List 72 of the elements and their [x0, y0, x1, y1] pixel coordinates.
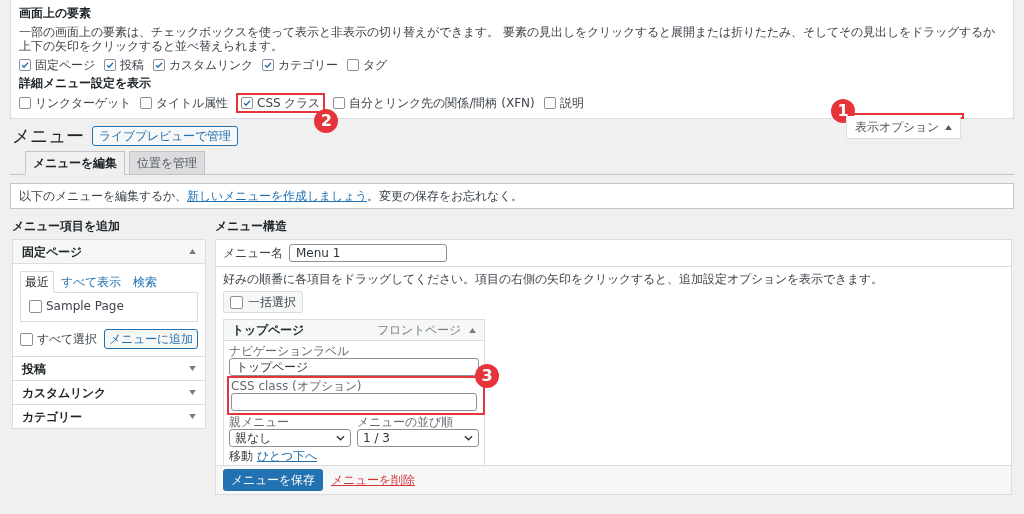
chevron-down-icon [336, 435, 345, 441]
tab[interactable]: 検索 [128, 271, 162, 293]
description-text: 一部の画面上の要素は、チェックボックスを使って表示と非表示の切り替えができます。 要素の見出しをクリックすると展開または折りたたみ、そしてその見出しをドラッグするか上下の矢印をクリックすると並べ替えられます。 [19, 25, 996, 53]
save-menu-button[interactable]: メニューを保存 [223, 469, 323, 491]
checkbox[interactable] [29, 299, 42, 313]
section-title: カテゴリー [22, 409, 82, 424]
page-title: メニュー [12, 125, 84, 147]
checkbox-label: 投稿 [120, 58, 144, 72]
bulk-select-button[interactable]: 一括選択 [223, 291, 303, 313]
checkbox-label: カスタムリンク [169, 58, 253, 72]
field-label: メニュー名 [223, 246, 283, 260]
delete-menu-link[interactable]: メニューを削除 [331, 473, 415, 487]
move-label: 移動 [229, 449, 253, 463]
chevron-down-icon [464, 435, 473, 441]
tab[interactable]: 位置を管理 [129, 151, 205, 175]
field-label: ナビゲーションラベル [229, 344, 350, 358]
checkbox[interactable] [140, 97, 152, 109]
menu-item-header[interactable]: トップページ フロントページ [224, 320, 484, 341]
parent-menu-select[interactable]: 親なし [229, 429, 351, 447]
accordion-header[interactable]: 固定ページ [13, 240, 205, 264]
checkbox[interactable] [19, 59, 31, 71]
create-menu-link[interactable]: 新しいメニューを作成しましょう [187, 189, 367, 203]
screen-options-button[interactable]: 表示オプション [846, 116, 961, 139]
column-heading: メニュー項目を追加 [12, 219, 121, 233]
checkbox-label: カテゴリー [278, 58, 338, 72]
navigation-label-field[interactable]: トップページ [229, 358, 479, 376]
section-title: 投稿 [22, 361, 46, 376]
add-to-menu-button[interactable]: メニューに追加 [104, 329, 198, 349]
section-title: カスタムリンク [22, 385, 106, 400]
checkbox[interactable] [333, 97, 346, 109]
section-heading: 詳細メニュー設定を表示 [19, 76, 152, 90]
tab[interactable]: メニューを編集 [25, 151, 125, 175]
accordion-header[interactable]: カスタムリンク [13, 381, 205, 404]
checkbox[interactable] [104, 59, 116, 71]
checkbox-label: CSS クラス [257, 96, 321, 110]
css-class-field[interactable] [231, 393, 477, 411]
checkbox-label: リンクターゲット [35, 96, 131, 110]
move-down-link[interactable]: ひとつ下へ [257, 449, 317, 463]
item-type-label: フロントページ [377, 323, 461, 337]
checkbox-label: 固定ページ [35, 58, 95, 72]
checkbox-label: 自分とリンク先の関係/間柄 (XFN) [349, 96, 535, 110]
checkbox[interactable] [347, 59, 359, 71]
menu-item-title: トップページ [232, 323, 304, 337]
step-badge: 2 [314, 109, 339, 133]
tab[interactable]: 最近 [20, 271, 54, 293]
checkbox-label: タグ [363, 58, 387, 72]
field-label: CSS class (オプション) [231, 379, 363, 393]
accordion-header[interactable]: 投稿 [13, 357, 205, 380]
checkbox[interactable] [20, 332, 33, 346]
notice-text: 以下のメニューを編集するか、新しいメニューを作成しましょう。変更の保存をお忘れなく。 [19, 189, 523, 203]
instructions-text: 好みの順番に各項目をドラッグしてください。項目の右側の矢印をクリックすると、追加設定オプションを表示できます。 [223, 272, 884, 286]
checkbox-label: Sample Page [46, 299, 124, 313]
checkbox[interactable] [19, 97, 31, 109]
live-preview-button[interactable]: ライブプレビューで管理 [92, 126, 238, 146]
checkbox-label: すべて選択 [37, 332, 97, 346]
accordion-header[interactable]: カテゴリー [13, 405, 205, 428]
section-title: 固定ページ [22, 244, 82, 259]
step-badge: 3 [475, 364, 499, 388]
field-label: メニューの並び順 [357, 415, 454, 429]
checkbox-label: タイトル属性 [156, 96, 228, 110]
menu-order-select[interactable]: 1 / 3 [357, 429, 479, 447]
checkbox[interactable] [241, 97, 253, 109]
field-label: 親メニュー [229, 415, 290, 429]
checkbox[interactable] [153, 59, 165, 71]
checkbox[interactable] [230, 295, 243, 309]
checkbox-label: 説明 [559, 96, 584, 110]
checkbox[interactable] [543, 97, 556, 109]
checkbox[interactable] [262, 59, 274, 71]
column-heading: メニュー構造 [215, 219, 288, 233]
tab[interactable]: すべて表示 [56, 271, 126, 293]
section-heading: 画面上の要素 [19, 6, 92, 20]
menu-name-field[interactable]: Menu 1 [289, 244, 447, 262]
